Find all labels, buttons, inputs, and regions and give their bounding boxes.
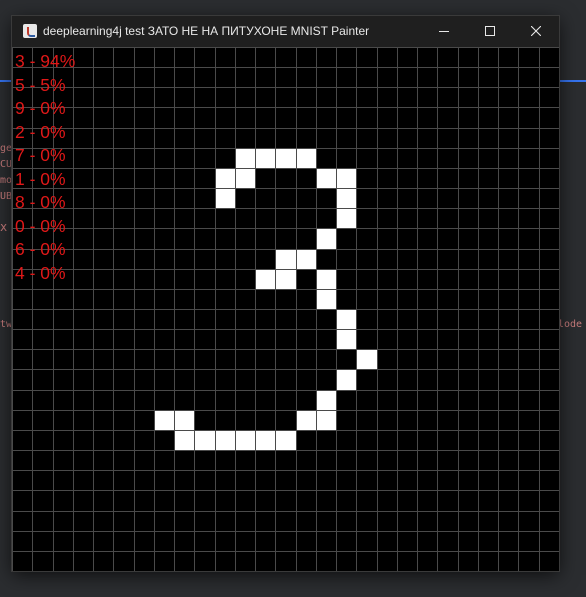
minimize-button[interactable]: [421, 16, 467, 47]
painted-cell: [317, 270, 336, 289]
painted-cell: [155, 411, 174, 430]
painted-cell: [236, 169, 255, 188]
drawing-canvas[interactable]: 3 - 94% 5 - 5% 9 - 0% 2 - 0% 7 - 0% 1 - …: [12, 47, 559, 571]
painted-cell: [337, 169, 356, 188]
prediction-item: 4 - 0%: [15, 262, 66, 283]
painted-cell: [276, 431, 296, 450]
pixel-grid[interactable]: [12, 47, 559, 571]
ide-text-fragment: tw: [0, 319, 13, 330]
close-button[interactable]: [513, 16, 559, 47]
painted-cell: [337, 310, 356, 329]
ide-text-fragment: UB: [0, 191, 13, 202]
prediction-item: 5 - 5%: [15, 74, 66, 95]
painted-cell: [256, 270, 275, 289]
painted-cells: [155, 149, 377, 450]
painted-cell: [236, 149, 255, 168]
painted-cell: [317, 229, 336, 249]
painted-cell: [297, 411, 316, 430]
ide-text-fragment: x: [0, 220, 8, 234]
painted-cell: [256, 431, 275, 450]
painted-cell: [337, 189, 356, 208]
painted-cell: [276, 250, 296, 269]
painted-cell: [236, 431, 255, 450]
close-icon: [531, 26, 541, 36]
painted-cell: [216, 189, 235, 208]
prediction-item: 7 - 0%: [15, 145, 66, 165]
painted-cell: [317, 169, 336, 188]
painted-cell: [357, 350, 377, 369]
painted-cell: [195, 431, 215, 450]
window-title: deeplearning4j test ЗАТО НЕ НА ПИТУХОНЕ …: [43, 24, 370, 38]
painted-cell: [175, 411, 194, 430]
java-app-icon: [23, 24, 37, 38]
ide-text-fragment: mo: [0, 175, 13, 186]
prediction-list: 3 - 94% 5 - 5% 9 - 0% 2 - 0% 7 - 0% 1 - …: [15, 50, 75, 285]
prediction-item: 8 - 0%: [15, 192, 66, 212]
painted-cell: [216, 431, 235, 450]
prediction-item: 0 - 0%: [15, 215, 66, 236]
painted-cell: [256, 149, 275, 168]
prediction-item: 2 - 0%: [15, 121, 66, 142]
painted-cell: [276, 149, 296, 168]
painted-cell: [175, 431, 194, 450]
painted-cell: [337, 209, 356, 228]
ide-text-fragment: ge: [0, 143, 13, 154]
ide-text-fragment: CU: [0, 159, 13, 170]
grid-lines: [12, 47, 559, 571]
maximize-button[interactable]: [467, 16, 513, 47]
painted-cell: [317, 290, 336, 309]
mnist-painter-window: deeplearning4j test ЗАТО НЕ НА ПИТУХОНЕ …: [12, 16, 559, 571]
painted-cell: [297, 149, 316, 168]
maximize-icon: [485, 26, 495, 36]
prediction-item: 1 - 0%: [15, 168, 66, 189]
painted-cell: [276, 270, 296, 289]
painted-cell: [317, 411, 336, 430]
painted-cell: [297, 250, 316, 269]
painted-cell: [337, 370, 356, 390]
painted-cell: [216, 169, 235, 188]
minimize-icon: [439, 31, 449, 32]
title-bar[interactable]: deeplearning4j test ЗАТО НЕ НА ПИТУХОНЕ …: [12, 16, 559, 47]
prediction-item: 9 - 0%: [15, 98, 66, 118]
ide-text-fragment: lode: [558, 319, 583, 330]
painted-cell: [337, 330, 356, 349]
prediction-item: 3 - 94%: [15, 51, 76, 71]
prediction-item: 6 - 0%: [15, 239, 66, 259]
painted-cell: [317, 391, 336, 410]
